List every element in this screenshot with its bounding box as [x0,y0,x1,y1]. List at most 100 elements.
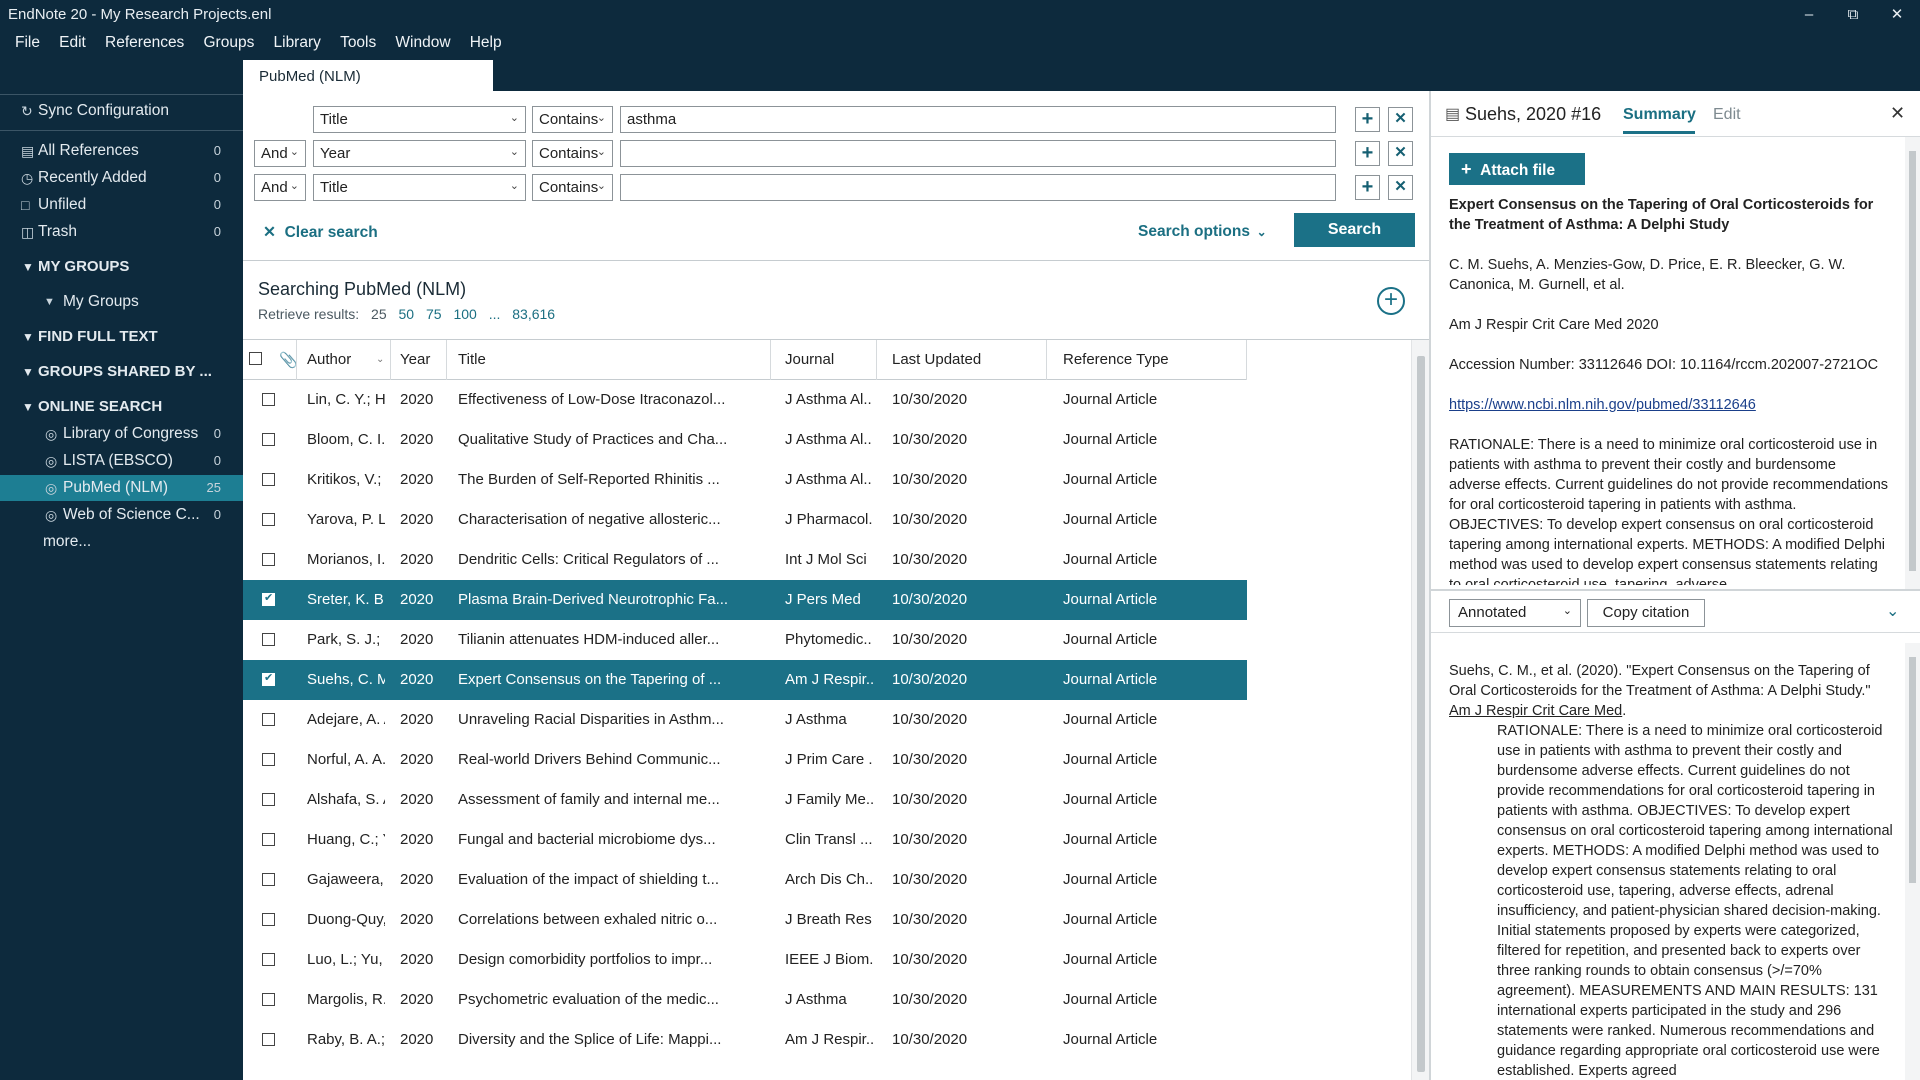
scrollbar-thumb[interactable] [1417,356,1425,1072]
sync-configuration[interactable]: ↻ Sync Configuration [0,98,243,124]
minimize-icon[interactable]: – [1794,4,1824,26]
table-row[interactable]: Gajaweera, ... 2020 Evaluation of the impa… [243,860,1247,900]
table-row[interactable]: Luo, L.; Yu, X.;... 2020 Design comorbidit… [243,940,1247,980]
row-checkbox[interactable] [262,713,275,726]
table-row[interactable]: Duong-Quy, ... 2020 Correlations between e… [243,900,1247,940]
row-checkbox[interactable] [262,753,275,766]
field-select-3[interactable]: Title ⌄ [313,174,526,201]
restore-icon[interactable]: ⧉ [1838,4,1868,26]
bool-select-3[interactable]: And ⌄ [254,174,306,201]
menu-file[interactable]: File [15,30,40,52]
table-row[interactable]: Raby, B. A.; ... 2020 Diversity and the Sp… [243,1020,1247,1060]
table-row[interactable]: Alshafa, S. A.... 2020 Assessment of famil… [243,780,1247,820]
section-online-search[interactable]: ▼ ONLINE SEARCH [0,394,243,420]
operator-select-2[interactable]: Contains ⌄ [532,140,613,167]
bool-select-2[interactable]: And ⌄ [254,140,306,167]
remove-row-icon[interactable]: ✕ [1388,175,1413,200]
tab-summary[interactable]: Summary [1623,106,1696,124]
field-select-1[interactable]: Title ⌄ [313,106,526,133]
menu-library[interactable]: Library [274,30,321,52]
add-row-icon[interactable]: + [1355,141,1380,166]
table-row[interactable]: Yarova, P. L.; ... 2020 Characterisation o… [243,500,1247,540]
add-to-library-icon[interactable]: + [1377,287,1405,315]
close-icon[interactable]: ✕ [1890,103,1905,124]
table-row[interactable]: Norful, A. A.; ... 2020 Real-world Drivers… [243,740,1247,780]
paperclip-icon[interactable]: 📎 [279,351,298,369]
remove-row-icon[interactable]: ✕ [1388,141,1413,166]
operator-select-3[interactable]: Contains ⌄ [532,174,613,201]
retrieve-25[interactable]: 25 [371,306,387,322]
section-groups-shared[interactable]: ▼ GROUPS SHARED BY ... [0,359,243,385]
summary-scrollbar[interactable] [1905,137,1920,589]
search-term-input-1[interactable]: asthma [620,106,1336,133]
select-all-checkbox[interactable] [249,352,262,365]
sidebar-item-unfiled[interactable]: □ Unfiled 0 [0,192,243,218]
sidebar-item-trash[interactable]: ◫ Trash 0 [0,219,243,245]
row-checkbox[interactable] [262,793,275,806]
reference-url-link[interactable]: https://www.ncbi.nlm.nih.gov/pubmed/3311… [1449,397,1756,413]
menu-groups[interactable]: Groups [203,30,254,52]
sidebar-item-library-of-congress[interactable]: ◎ Library of Congress 0 [0,421,243,447]
add-row-icon[interactable]: + [1355,107,1380,132]
copy-citation-button[interactable]: Copy citation [1587,599,1705,627]
add-row-icon[interactable]: + [1355,175,1380,200]
col-title[interactable]: Title [458,351,486,368]
sidebar-item-all-references[interactable]: ▤ All References 0 [0,138,243,164]
search-options-button[interactable]: Search options ⌄ [1138,223,1267,241]
retrieve-100[interactable]: 100 [453,306,476,322]
chevron-down-icon[interactable]: ⌄ [1886,601,1899,621]
sidebar-item-web-of-science[interactable]: ◎ Web of Science C... 0 [0,502,243,528]
table-scrollbar[interactable] [1411,340,1429,1080]
search-term-input-2[interactable] [620,140,1336,167]
scrollbar-thumb[interactable] [1909,657,1916,883]
row-checkbox[interactable] [262,873,275,886]
row-checkbox[interactable] [262,913,275,926]
col-journal[interactable]: Journal [785,351,834,368]
row-checkbox[interactable] [262,473,275,486]
menu-references[interactable]: References [105,30,184,52]
table-row[interactable]: Kritikos, V.; P... 2020 The Burden of Self… [243,460,1247,500]
retrieve-all[interactable]: 83,616 [512,306,555,322]
sidebar-item-recently-added[interactable]: ◷ Recently Added 0 [0,165,243,191]
row-checkbox[interactable] [262,433,275,446]
col-year[interactable]: Year [400,351,430,368]
row-checkbox[interactable] [262,993,275,1006]
table-row[interactable]: Bloom, C. I.; ... 2020 Qualitative Study o… [243,420,1247,460]
table-row[interactable]: Lin, C. Y.; Hua... 2020 Effectiveness of L… [243,380,1247,420]
section-my-groups[interactable]: ▼ MY GROUPS [0,254,243,280]
scrollbar-thumb[interactable] [1909,151,1916,571]
row-checkbox[interactable] [262,591,275,606]
menu-tools[interactable]: Tools [340,30,376,52]
row-checkbox[interactable] [262,393,275,406]
field-select-2[interactable]: Year ⌄ [313,140,526,167]
clear-search-button[interactable]: ✕ Clear search [263,223,378,242]
menu-help[interactable]: Help [470,30,502,52]
row-checkbox[interactable] [262,633,275,646]
table-row[interactable]: Margolis, R.; ... 2020 Psychometric evalua… [243,980,1247,1020]
menu-edit[interactable]: Edit [59,30,86,52]
sidebar-item-my-groups[interactable]: ▼ My Groups [0,289,243,315]
table-row[interactable]: Suehs, C. M.; ... 2020 Expert Consensus on… [243,660,1247,700]
sort-icon[interactable]: ⌄ [376,354,384,365]
tab-pubmed[interactable]: PubMed (NLM) [243,60,493,91]
search-button[interactable]: Search [1294,213,1415,247]
sidebar-more-link[interactable]: more... [0,529,243,555]
table-row[interactable]: Adejare, A. A... 2020 Unraveling Racial Di… [243,700,1247,740]
row-checkbox[interactable] [262,1033,275,1046]
row-checkbox[interactable] [262,671,275,686]
attach-file-button[interactable]: + Attach file [1449,153,1585,185]
row-checkbox[interactable] [262,513,275,526]
table-row[interactable]: Park, S. J.; Lee... 2020 Tilianin attenuat… [243,620,1247,660]
row-checkbox[interactable] [262,833,275,846]
col-reference-type[interactable]: Reference Type [1063,351,1169,368]
retrieve-50[interactable]: 50 [399,306,415,322]
section-find-full-text[interactable]: ▼ FIND FULL TEXT [0,324,243,350]
retrieve-75[interactable]: 75 [426,306,442,322]
row-checkbox[interactable] [262,953,275,966]
col-author[interactable]: Author [307,351,351,368]
table-row[interactable]: Morianos, I.; ... 2020 Dendritic Cells: Cr… [243,540,1247,580]
table-row[interactable]: Huang, C.; Yu... 2020 Fungal and bacterial… [243,820,1247,860]
menu-window[interactable]: Window [395,30,450,52]
search-term-input-3[interactable] [620,174,1336,201]
close-window-icon[interactable]: ✕ [1882,4,1912,26]
